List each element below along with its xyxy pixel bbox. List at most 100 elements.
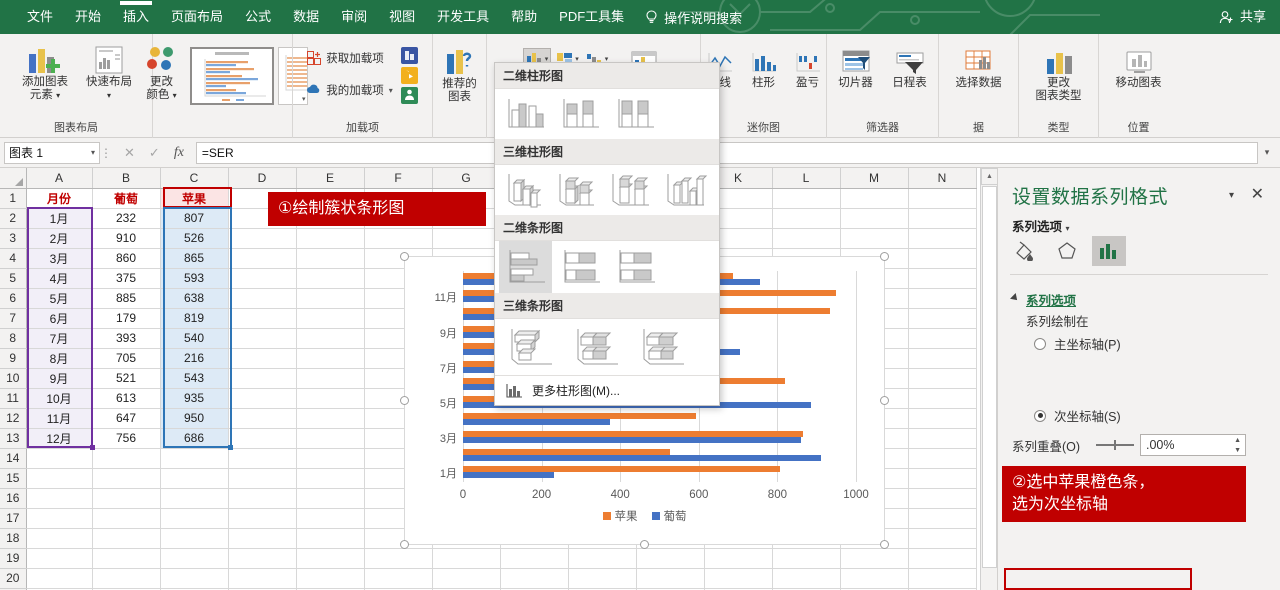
chart-bar-葡萄-3月[interactable] [463, 437, 801, 444]
cell-L19[interactable] [772, 548, 841, 569]
cell-D11[interactable] [228, 388, 297, 409]
cell-D20[interactable] [228, 568, 297, 589]
sparkline-winloss-button[interactable]: 盈亏 [788, 42, 828, 93]
row-header-13[interactable]: 13 [0, 428, 27, 449]
ribbon-tab-2[interactable]: 插入 [112, 0, 160, 34]
stacked-column-icon[interactable] [554, 92, 607, 136]
cell-C5[interactable]: 593 [160, 268, 229, 289]
ribbon-tab-8[interactable]: 开发工具 [426, 0, 500, 34]
cell-K20[interactable] [704, 568, 773, 589]
cell-N2[interactable] [908, 208, 977, 229]
3d-stacked-column-icon[interactable] [549, 168, 602, 212]
cell-C7[interactable]: 819 [160, 308, 229, 329]
cell-A8[interactable]: 7月 [26, 328, 93, 349]
cell-B1[interactable]: 葡萄 [92, 188, 161, 209]
more-charts-menu-item[interactable]: 更多柱形图(M)... [495, 375, 719, 405]
cell-D17[interactable] [228, 508, 297, 529]
cell-D8[interactable] [228, 328, 297, 349]
cell-E9[interactable] [296, 348, 365, 369]
cell-B19[interactable] [92, 548, 161, 569]
cell-D4[interactable] [228, 248, 297, 269]
column-header-D[interactable]: D [228, 168, 297, 189]
3d-clustered-column-icon[interactable] [499, 168, 549, 212]
3d-100-stacked-column-icon[interactable] [602, 168, 657, 212]
cell-M2[interactable] [840, 208, 909, 229]
radio-primary-axis[interactable]: 主坐标轴(P) [1034, 334, 1121, 353]
fx-icon[interactable]: fx [174, 145, 184, 161]
cell-A5[interactable]: 4月 [26, 268, 93, 289]
radio-secondary-axis[interactable]: 次坐标轴(S) [1034, 406, 1121, 425]
ribbon-tab-5[interactable]: 数据 [282, 0, 330, 34]
bing-maps-icon[interactable] [400, 67, 418, 84]
cell-C14[interactable] [160, 448, 229, 469]
row-header-5[interactable]: 5 [0, 268, 27, 289]
cell-D19[interactable] [228, 548, 297, 569]
cell-N19[interactable] [908, 548, 977, 569]
pane-subtitle-chevron-down-icon[interactable]: ▾ [1066, 224, 1070, 233]
cell-N6[interactable] [908, 288, 977, 309]
row-header-16[interactable]: 16 [0, 488, 27, 509]
cell-E3[interactable] [296, 228, 365, 249]
cell-I19[interactable] [568, 548, 637, 569]
cell-B9[interactable]: 705 [92, 348, 161, 369]
cell-E7[interactable] [296, 308, 365, 329]
ribbon-tab-6[interactable]: 审阅 [330, 0, 378, 34]
cell-N14[interactable] [908, 448, 977, 469]
row-header-20[interactable]: 20 [0, 568, 27, 589]
cell-M3[interactable] [840, 228, 909, 249]
cell-E13[interactable] [296, 428, 365, 449]
cell-B7[interactable]: 179 [92, 308, 161, 329]
formula-bar-expand-chevron-down-icon[interactable]: ▾ [1258, 147, 1276, 158]
cell-C20[interactable] [160, 568, 229, 589]
cell-N7[interactable] [908, 308, 977, 329]
cell-B16[interactable] [92, 488, 161, 509]
cell-F19[interactable] [364, 548, 433, 569]
row-header-17[interactable]: 17 [0, 508, 27, 529]
ribbon-tab-0[interactable]: 文件 [16, 0, 64, 34]
cell-D7[interactable] [228, 308, 297, 329]
cell-G20[interactable] [432, 568, 501, 589]
cell-A3[interactable]: 2月 [26, 228, 93, 249]
cell-C17[interactable] [160, 508, 229, 529]
column-header-M[interactable]: M [840, 168, 909, 189]
row-header-2[interactable]: 2 [0, 208, 27, 229]
scroll-up-arrow-icon[interactable]: ▲ [981, 168, 998, 185]
cell-A7[interactable]: 6月 [26, 308, 93, 329]
ribbon-tab-3[interactable]: 页面布局 [160, 0, 234, 34]
100-stacked-column-icon[interactable] [609, 92, 662, 136]
row-header-18[interactable]: 18 [0, 528, 27, 549]
cell-N13[interactable] [908, 428, 977, 449]
ribbon-tab-10[interactable]: PDF工具集 [548, 0, 635, 34]
column-header-L[interactable]: L [772, 168, 841, 189]
change-colors-button[interactable]: 更改 颜色 ▾ [138, 41, 186, 105]
3d-clustered-bar-icon[interactable] [501, 322, 563, 372]
ribbon-tab-9[interactable]: 帮助 [500, 0, 548, 34]
cell-E18[interactable] [296, 528, 365, 549]
cell-C18[interactable] [160, 528, 229, 549]
cell-N11[interactable] [908, 388, 977, 409]
cell-D5[interactable] [228, 268, 297, 289]
pane-close-icon[interactable]: ✕ [1251, 184, 1264, 204]
chart-legend[interactable]: 苹果 葡萄 [405, 508, 884, 524]
change-chart-type-button[interactable]: 更改 图表类型 [1026, 42, 1092, 105]
legend-item-grape[interactable]: 葡萄 [651, 508, 687, 524]
row-header-12[interactable]: 12 [0, 408, 27, 429]
cell-L2[interactable] [772, 208, 841, 229]
cell-D6[interactable] [228, 288, 297, 309]
chart-handle-tr[interactable] [880, 252, 889, 261]
cell-A19[interactable] [26, 548, 93, 569]
row-header-4[interactable]: 4 [0, 248, 27, 269]
cell-N10[interactable] [908, 368, 977, 389]
series-overlap-stepper[interactable]: .00% ▲ ▼ [1140, 434, 1246, 456]
cell-B13[interactable]: 756 [92, 428, 161, 449]
cell-A20[interactable] [26, 568, 93, 589]
cell-A15[interactable] [26, 468, 93, 489]
row-header-6[interactable]: 6 [0, 288, 27, 309]
cell-B15[interactable] [92, 468, 161, 489]
cell-C3[interactable]: 526 [160, 228, 229, 249]
column-header-F[interactable]: F [364, 168, 433, 189]
cell-J20[interactable] [636, 568, 705, 589]
selection-handle-months[interactable] [90, 445, 95, 450]
stacked-bar-icon[interactable] [554, 241, 607, 293]
cell-E11[interactable] [296, 388, 365, 409]
